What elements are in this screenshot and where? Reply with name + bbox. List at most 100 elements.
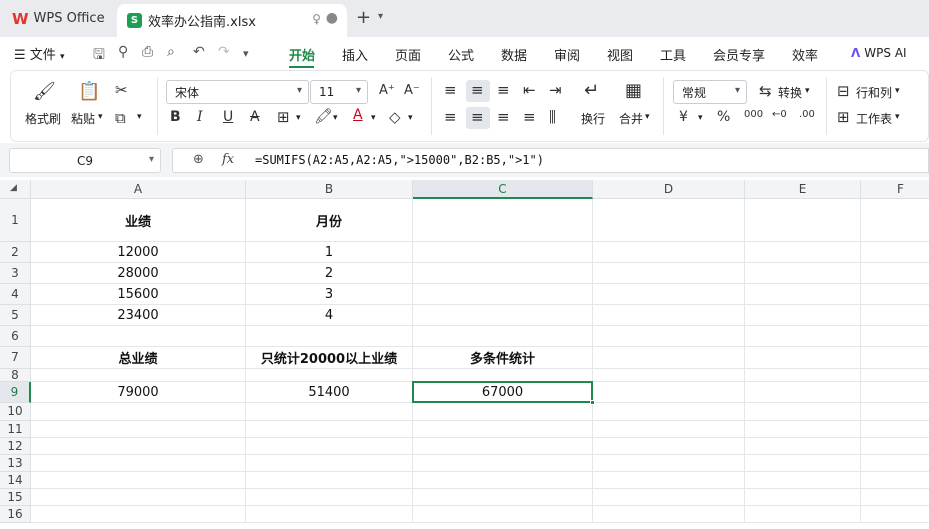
- cell-f10[interactable]: [861, 403, 929, 421]
- border-chevron-icon[interactable]: ▾: [296, 113, 301, 123]
- undo-icon[interactable]: ↶: [193, 44, 205, 60]
- cell-e6[interactable]: [745, 326, 861, 347]
- cell-a5[interactable]: 23400: [31, 305, 246, 326]
- tab-formula[interactable]: 公式: [448, 45, 474, 64]
- cell-a15[interactable]: [31, 489, 246, 506]
- cell-c16[interactable]: [413, 506, 593, 523]
- wrap-text-icon[interactable]: ↵: [584, 80, 599, 101]
- align-center-icon[interactable]: ≡: [471, 108, 484, 126]
- cell-e5[interactable]: [745, 305, 861, 326]
- fill-handle[interactable]: [590, 400, 595, 405]
- cell-a8[interactable]: [31, 369, 246, 382]
- tab-efficiency[interactable]: 效率: [792, 45, 818, 64]
- format-painter-label[interactable]: 格式刷: [25, 110, 61, 127]
- cell-a2[interactable]: 12000: [31, 242, 246, 263]
- cell-e15[interactable]: [745, 489, 861, 506]
- cell-d3[interactable]: [593, 263, 745, 284]
- cell-f6[interactable]: [861, 326, 929, 347]
- cell-f16[interactable]: [861, 506, 929, 523]
- increase-decimal-icon[interactable]: ←0: [772, 109, 787, 120]
- cell-b2[interactable]: 1: [246, 242, 413, 263]
- row-header-10[interactable]: 10: [0, 403, 31, 421]
- cell-d2[interactable]: [593, 242, 745, 263]
- wrap-text-label[interactable]: 换行: [581, 110, 605, 127]
- print-preview-icon[interactable]: ⌕: [167, 44, 175, 60]
- row-header-7[interactable]: 7: [0, 347, 31, 369]
- tab-view[interactable]: 视图: [607, 45, 633, 64]
- cell-d10[interactable]: [593, 403, 745, 421]
- font-color-icon[interactable]: A: [353, 107, 363, 123]
- tab-insert[interactable]: 插入: [342, 45, 368, 64]
- tab-review[interactable]: 审阅: [554, 45, 580, 64]
- clear-format-icon[interactable]: ◇: [389, 108, 401, 126]
- number-format-select[interactable]: 常规 ▾: [673, 80, 747, 104]
- strikethrough-icon[interactable]: A: [250, 109, 260, 125]
- cell-f4[interactable]: [861, 284, 929, 305]
- row-header-12[interactable]: 12: [0, 438, 31, 455]
- cell-c10[interactable]: [413, 403, 593, 421]
- rows-cols-label[interactable]: 行和列: [856, 84, 892, 101]
- cell-f8[interactable]: [861, 369, 929, 382]
- formula-input[interactable]: ⊕ fx =SUMIFS(A2:A5,A2:A5,">15000",B2:B5,…: [172, 148, 929, 173]
- copy-chevron-icon[interactable]: ▾: [137, 112, 142, 122]
- rows-cols-chevron-icon[interactable]: ▾: [895, 86, 900, 96]
- cell-b14[interactable]: [246, 472, 413, 489]
- cell-e1[interactable]: [745, 199, 861, 242]
- cell-d11[interactable]: [593, 421, 745, 438]
- cell-a7[interactable]: 总业绩: [31, 347, 246, 369]
- cell-a16[interactable]: [31, 506, 246, 523]
- align-left-icon[interactable]: ≡: [444, 108, 457, 126]
- cell-d8[interactable]: [593, 369, 745, 382]
- redo-icon[interactable]: ↷: [218, 44, 230, 60]
- align-middle-icon[interactable]: ≡: [471, 81, 484, 99]
- decrease-font-size-icon[interactable]: A⁻: [404, 83, 420, 98]
- merge-cells-icon[interactable]: ▦: [625, 80, 642, 101]
- export-icon[interactable]: ⚲: [118, 44, 128, 60]
- justify-icon[interactable]: ≡: [523, 108, 536, 126]
- font-color-chevron-icon[interactable]: ▾: [371, 113, 376, 123]
- cell-b5[interactable]: 4: [246, 305, 413, 326]
- row-header-9[interactable]: 9: [0, 382, 31, 403]
- border-icon[interactable]: ⊞: [277, 108, 290, 126]
- cell-e11[interactable]: [745, 421, 861, 438]
- cell-c4[interactable]: [413, 284, 593, 305]
- cell-d5[interactable]: [593, 305, 745, 326]
- tab-file[interactable]: S 效率办公指南.xlsx ♀ ●: [117, 4, 347, 37]
- increase-indent-icon[interactable]: ⇥: [549, 81, 562, 99]
- cell-e2[interactable]: [745, 242, 861, 263]
- tab-tools[interactable]: 工具: [660, 45, 686, 64]
- row-header-5[interactable]: 5: [0, 305, 31, 326]
- cell-c14[interactable]: [413, 472, 593, 489]
- row-header-16[interactable]: 16: [0, 506, 31, 523]
- cell-f11[interactable]: [861, 421, 929, 438]
- clear-format-chevron-icon[interactable]: ▾: [408, 113, 413, 123]
- wps-ai-button[interactable]: ᐱ WPS AI: [851, 40, 929, 66]
- cell-e4[interactable]: [745, 284, 861, 305]
- row-header-6[interactable]: 6: [0, 326, 31, 347]
- paste-chevron-icon[interactable]: ▾: [98, 112, 103, 122]
- cell-c6[interactable]: [413, 326, 593, 347]
- row-header-15[interactable]: 15: [0, 489, 31, 506]
- cut-icon[interactable]: ✂: [115, 81, 128, 99]
- cell-e13[interactable]: [745, 455, 861, 472]
- tab-wps-office[interactable]: W WPS Office: [0, 0, 112, 37]
- tab-home[interactable]: 开始: [289, 45, 315, 64]
- cell-c7[interactable]: 多条件统计: [413, 347, 593, 369]
- column-header-d[interactable]: D: [593, 180, 745, 199]
- quick-access-more-icon[interactable]: ▾: [243, 47, 249, 60]
- cell-c8[interactable]: [413, 369, 593, 382]
- cell-d4[interactable]: [593, 284, 745, 305]
- cell-b4[interactable]: 3: [246, 284, 413, 305]
- fill-color-chevron-icon[interactable]: ▾: [333, 113, 338, 123]
- thousands-separator-icon[interactable]: 000: [744, 109, 763, 120]
- cell-b7[interactable]: 只统计20000以上业绩: [246, 347, 413, 369]
- cell-d15[interactable]: [593, 489, 745, 506]
- cell-e3[interactable]: [745, 263, 861, 284]
- cell-c3[interactable]: [413, 263, 593, 284]
- cell-f13[interactable]: [861, 455, 929, 472]
- cell-a1[interactable]: 业绩: [31, 199, 246, 242]
- cell-d7[interactable]: [593, 347, 745, 369]
- print-icon[interactable]: ⎙: [142, 44, 153, 60]
- row-header-1[interactable]: 1: [0, 199, 31, 242]
- align-bottom-icon[interactable]: ≡: [497, 81, 510, 99]
